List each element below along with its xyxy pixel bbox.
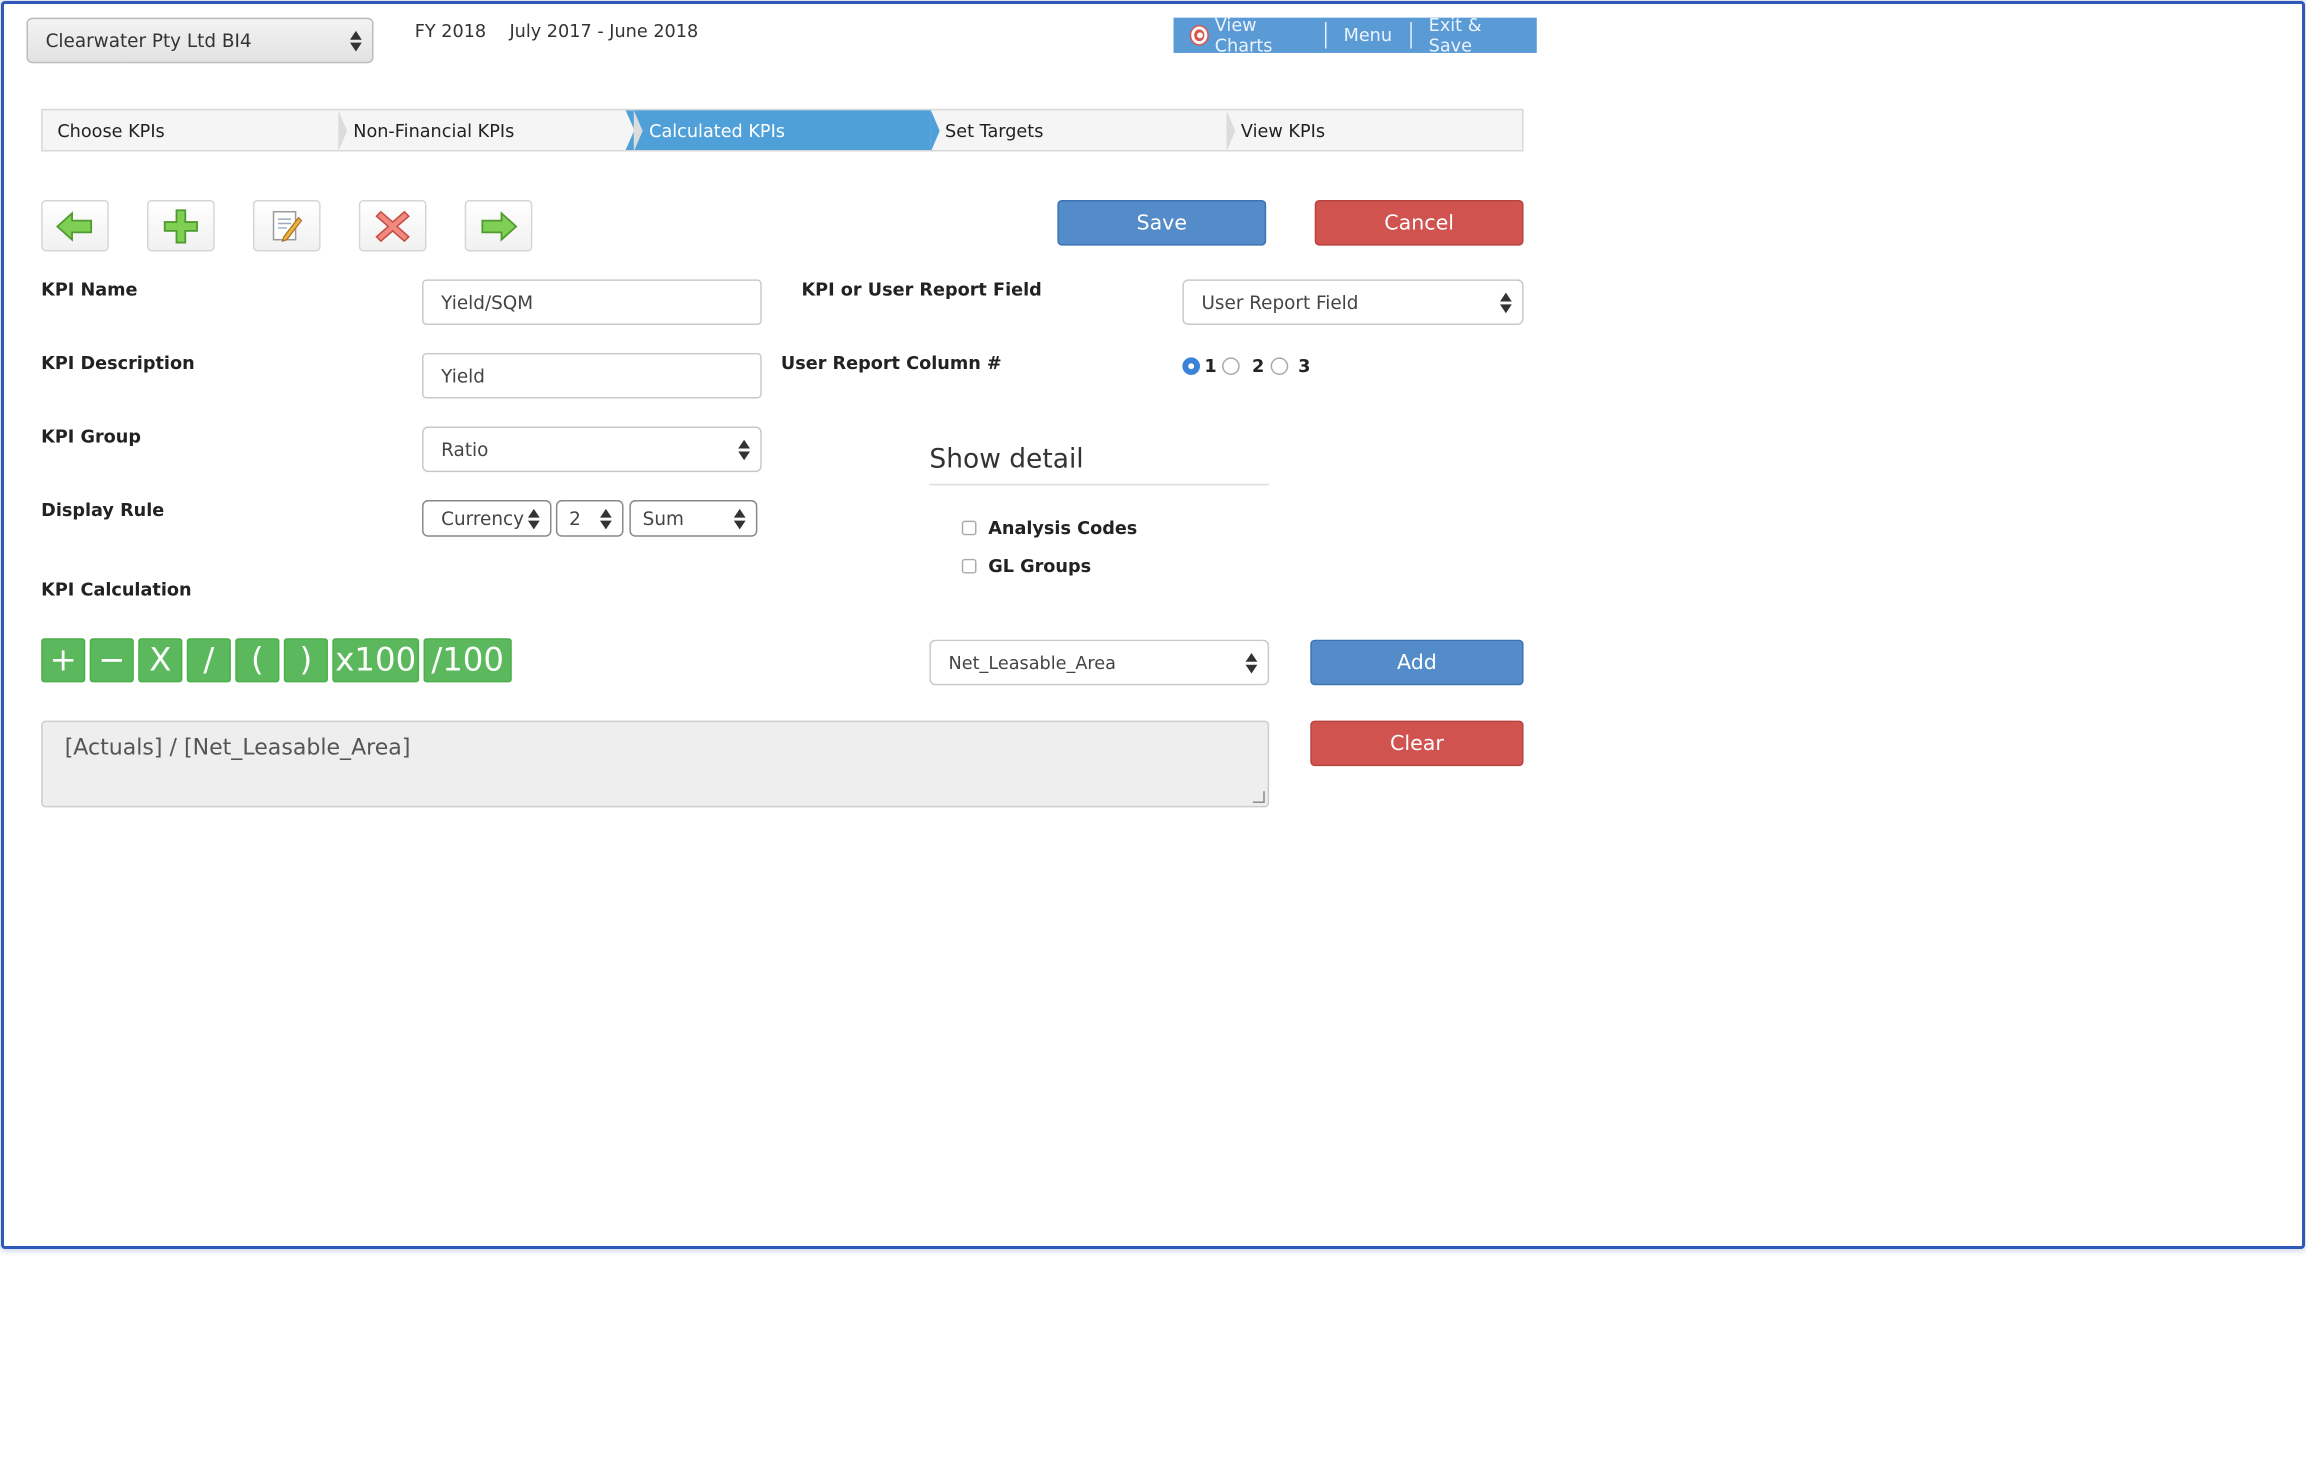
kpi-group-select[interactable]: Ratio [422,426,762,473]
kpi-name-label: KPI Name [41,279,138,301]
step-view-kpis[interactable]: View KPIs [1226,110,1522,150]
add-icon [163,208,198,243]
top-nav: View Charts Menu Exit & Save [1173,15,1537,56]
divide-operator-button[interactable]: / [186,638,231,683]
kpi-group-value: Ratio [441,438,489,461]
gl-groups-option[interactable]: GL Groups [961,555,1092,577]
column-option-label: 3 [1298,355,1311,377]
kpi-calculation-label: KPI Calculation [41,579,192,601]
period-info: FY 2018 July 2017 - June 2018 [415,21,716,42]
column-radio-3[interactable] [1270,357,1288,376]
aggregate-select[interactable]: Sum [629,500,758,537]
step-label: Set Targets [945,119,1044,141]
add-field-button[interactable]: Add [1310,639,1524,686]
company-select[interactable]: Clearwater Pty Ltd BI4 [26,17,374,64]
forward-button[interactable] [464,200,533,252]
select-arrows-icon [733,508,746,529]
cancel-button[interactable]: Cancel [1314,200,1524,246]
step-set-targets[interactable]: Set Targets [930,110,1236,152]
field-type-select[interactable]: User Report Field [1182,279,1524,326]
period-range: July 2017 - June 2018 [509,20,699,42]
column-radio-1[interactable] [1182,357,1201,376]
divide-100-button[interactable]: /100 [423,638,512,683]
operator-buttons: + − X / ( ) x100 /100 [41,638,512,683]
calc-field-select[interactable]: Net_Leasable_Area [929,639,1270,686]
step-label: View KPIs [1240,119,1326,141]
show-detail-heading: Show detail [929,444,1270,486]
field-type-value: User Report Field [1201,291,1359,314]
delete-icon [375,210,410,242]
select-arrows-icon [738,438,751,460]
step-label: Calculated KPIs [649,119,785,141]
edit-icon [272,210,303,242]
kpi-name-input[interactable]: Yield/SQM [422,279,762,326]
analysis-codes-option[interactable]: Analysis Codes [961,517,1138,539]
calc-field-value: Net_Leasable_Area [948,652,1116,673]
select-arrows-icon [1245,652,1258,673]
step-calculated-kpis[interactable]: Calculated KPIs [634,110,940,152]
analysis-codes-checkbox[interactable] [961,520,977,536]
company-select-value: Clearwater Pty Ltd BI4 [45,29,252,52]
fiscal-year: FY 2018 [414,20,487,42]
page: Clearwater Pty Ltd BI4 FY 2018 July 2017… [0,0,2306,1471]
kpi-description-input[interactable]: Yield [422,352,762,399]
decimals-value: 2 [569,507,581,530]
delete-kpi-button[interactable] [358,200,427,252]
view-charts-link[interactable]: View Charts [1174,15,1325,56]
kpi-group-label: KPI Group [41,426,142,448]
multiply-operator-button[interactable]: X [138,638,183,683]
back-arrow-icon [56,210,93,241]
view-charts-label: View Charts [1214,14,1273,56]
step-choose-kpis[interactable]: Choose KPIs [43,110,348,152]
formula-textarea[interactable]: [Actuals] / [Net_Leasable_Area] [41,720,1270,808]
analysis-codes-label: Analysis Codes [988,517,1138,539]
wizard-steps: Choose KPIs Non-Financial KPIs Calculate… [41,108,1524,152]
step-non-financial-kpis[interactable]: Non-Financial KPIs [339,110,644,152]
select-arrows-icon [1500,291,1512,313]
column-radio-2[interactable] [1222,357,1241,376]
aggregate-value: Sum [642,507,684,530]
menu-label: Menu [1343,25,1393,46]
forward-arrow-icon [481,210,518,241]
target-icon [1191,26,1208,45]
select-arrows-icon [600,508,612,529]
report-column-label: User Report Column # [780,352,1002,374]
display-format-select[interactable]: Currency [422,500,552,537]
display-rule-label: Display Rule [41,500,165,521]
resize-handle-icon[interactable] [1252,791,1265,803]
kpi-name-value: Yield/SQM [441,291,534,314]
select-arrows-icon [527,508,540,529]
display-format-value: Currency [441,507,525,530]
gl-groups-checkbox[interactable] [961,558,977,574]
back-button[interactable] [41,200,109,252]
exit-save-label: Exit & Save [1428,14,1482,56]
kpi-description-label: KPI Description [41,352,195,374]
edit-kpi-button[interactable] [252,200,321,252]
formula-text: [Actuals] / [Net_Leasable_Area] [64,733,411,761]
save-button[interactable]: Save [1057,200,1267,246]
menu-link[interactable]: Menu [1326,24,1410,48]
kpi-description-value: Yield [441,364,485,387]
column-option-label: 2 [1252,355,1265,377]
column-option-label: 1 [1204,355,1217,377]
report-column-radios: 1 2 3 [1182,355,1316,377]
step-label: Choose KPIs [57,119,165,141]
add-kpi-button[interactable] [147,200,215,252]
select-arrows-icon [350,30,362,51]
step-label: Non-Financial KPIs [353,119,515,141]
close-paren-button[interactable]: ) [283,638,328,683]
gl-groups-label: GL Groups [988,555,1092,577]
clear-formula-button[interactable]: Clear [1310,720,1524,767]
plus-operator-button[interactable]: + [41,638,86,683]
exit-save-link[interactable]: Exit & Save [1411,15,1537,56]
field-type-label: KPI or User Report Field [801,279,1042,301]
open-paren-button[interactable]: ( [235,638,280,683]
times-100-button[interactable]: x100 [332,638,420,683]
minus-operator-button[interactable]: − [89,638,134,683]
decimals-select[interactable]: 2 [555,500,624,537]
